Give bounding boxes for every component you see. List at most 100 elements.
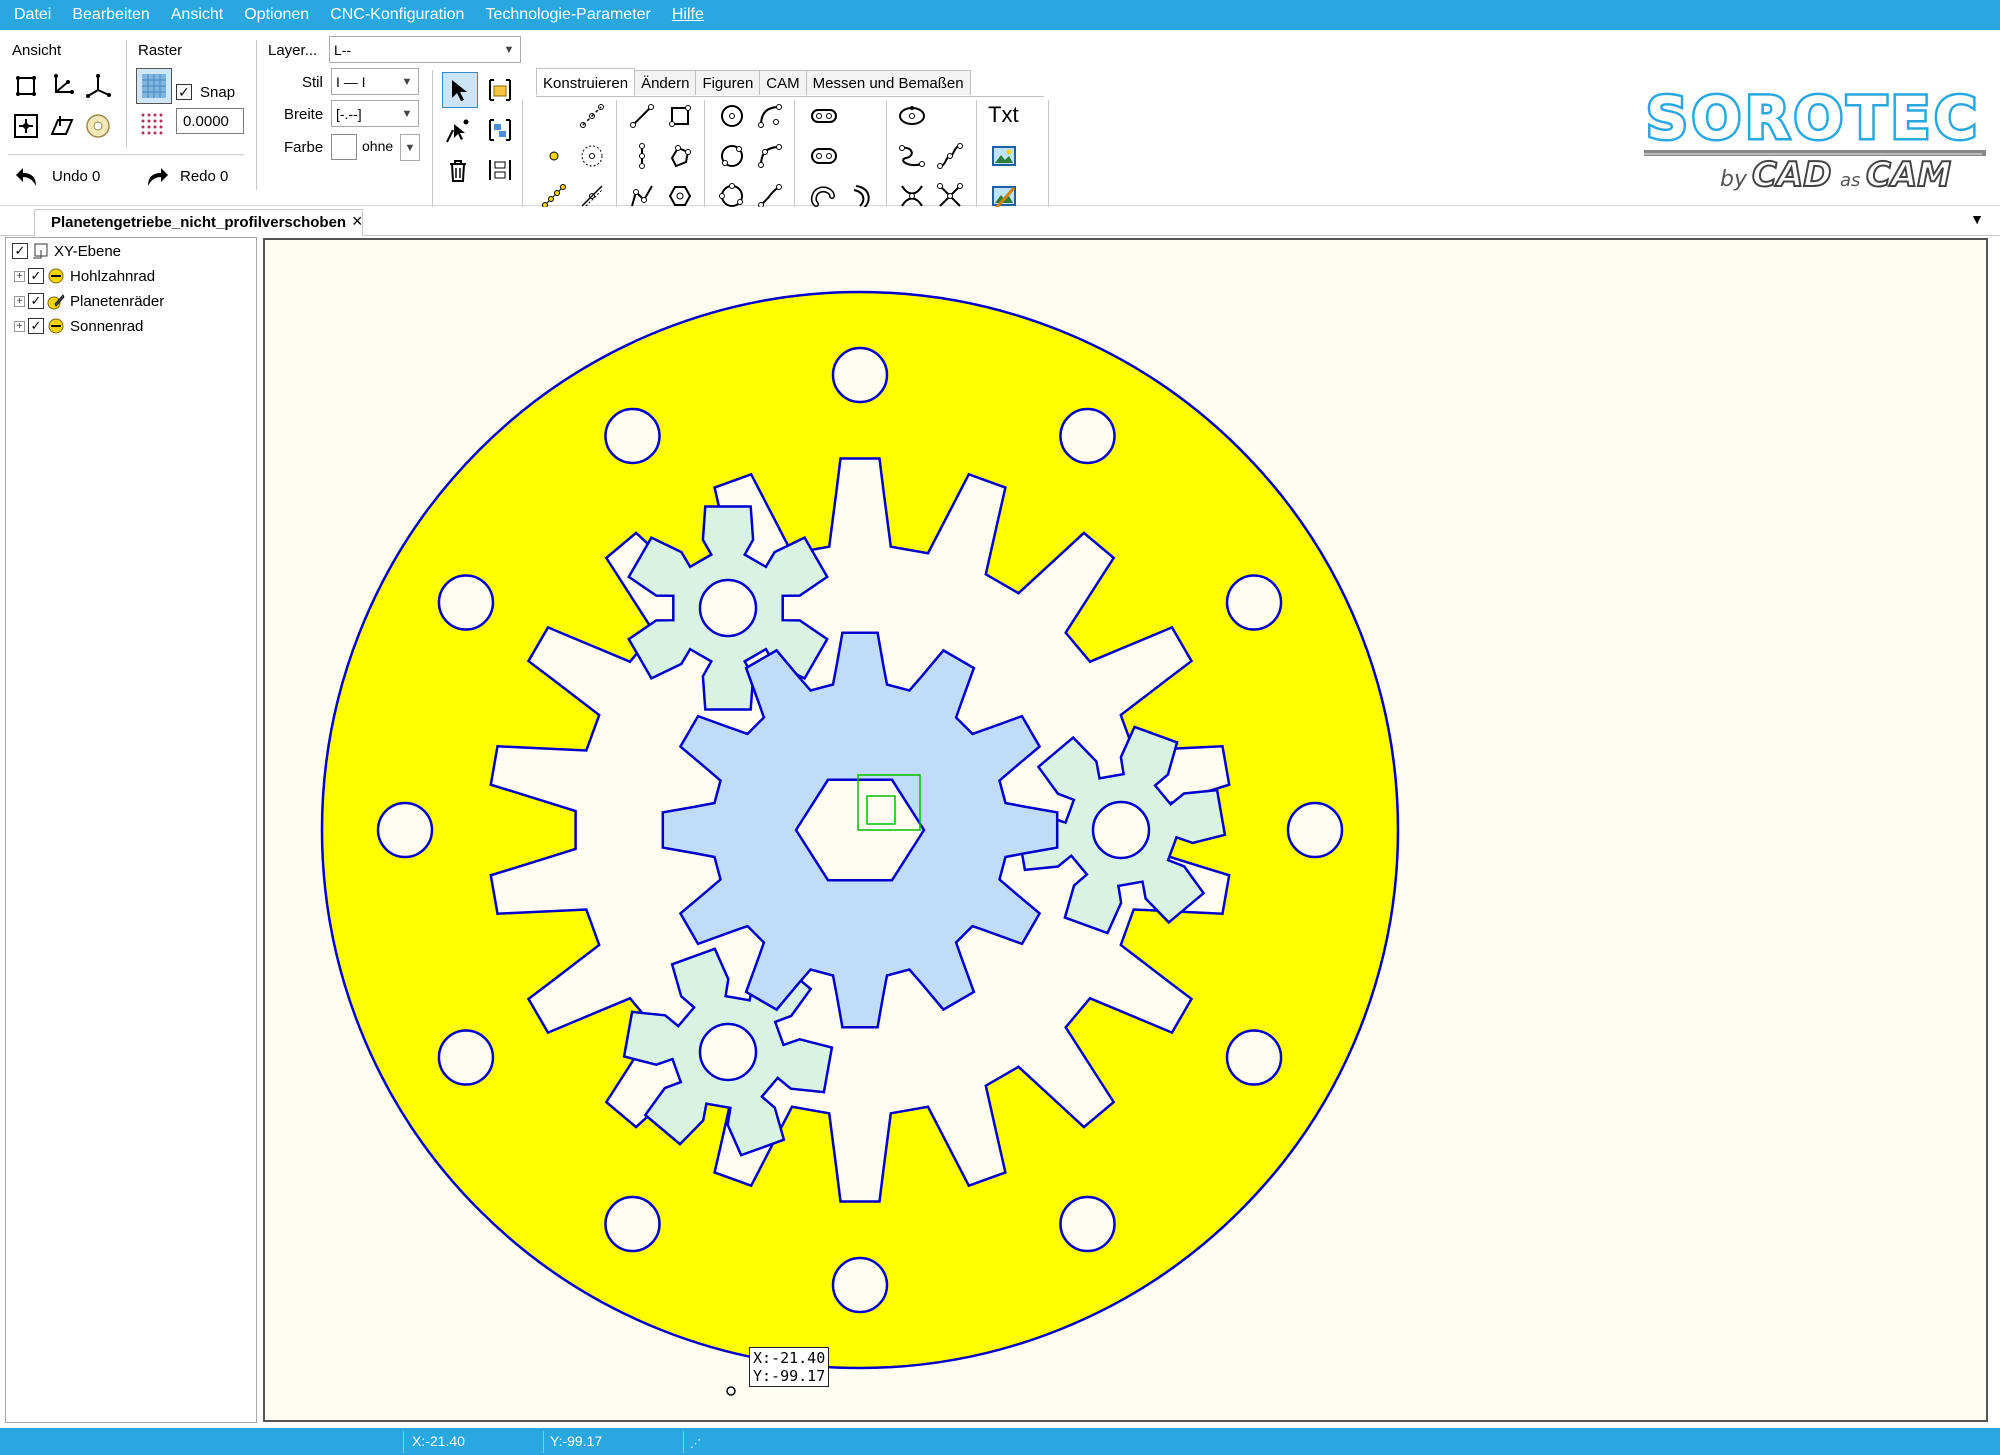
- layer-visible-checkbox[interactable]: ✓: [28, 318, 44, 334]
- layer-select-value: L--: [334, 41, 352, 58]
- tab-messen-bemassen[interactable]: Messen und Bemaßen: [805, 70, 971, 95]
- layer-edit-icon: [47, 294, 65, 310]
- tab-cam[interactable]: CAM: [759, 70, 807, 95]
- view-front-icon[interactable]: [10, 70, 42, 102]
- snap-checkbox[interactable]: ✓: [176, 84, 192, 100]
- tree-root-checkbox[interactable]: ✓: [12, 243, 28, 259]
- tab-figuren[interactable]: Figuren: [695, 70, 761, 95]
- tab-aendern[interactable]: Ändern: [634, 70, 697, 95]
- ribbon-separator: [126, 40, 127, 148]
- tab-konstruieren[interactable]: Konstruieren: [536, 68, 636, 95]
- drawing-canvas[interactable]: X:-21.40 Y:-99.17: [263, 238, 1988, 1422]
- expand-icon[interactable]: +: [14, 295, 25, 307]
- view-3d-icon[interactable]: [82, 110, 114, 142]
- layer-label[interactable]: Layer...: [268, 42, 317, 59]
- color-value: ohne: [362, 138, 394, 154]
- layer-select[interactable]: L-- ▼: [329, 36, 521, 63]
- spline-icon[interactable]: [896, 140, 928, 172]
- chevron-down-icon: ▼: [401, 107, 413, 120]
- tree-root[interactable]: ✓ XY-Ebene: [12, 240, 121, 262]
- line-width-select[interactable]: [-.--] ▼: [331, 100, 419, 127]
- layer-visible-checkbox[interactable]: ✓: [28, 268, 44, 284]
- layer-tree: ✓ XY-Ebene + ✓ Hohlzahnrad + ✓ Planetenr…: [5, 237, 257, 1423]
- line-style-select[interactable]: I — I ▼: [331, 68, 419, 95]
- expand-icon[interactable]: +: [14, 270, 25, 282]
- view-axes-xy-icon[interactable]: [46, 70, 78, 102]
- tooltip-x: X:-21.40: [753, 1349, 826, 1367]
- menu-optionen[interactable]: Optionen: [244, 6, 309, 24]
- status-x-coordinate: X:-21.40: [412, 1433, 465, 1449]
- menu-bar: Datei Bearbeiten Ansicht Optionen CNC-Ko…: [0, 0, 2000, 30]
- cursor-coordinate-tooltip: X:-21.40 Y:-99.17: [749, 1347, 830, 1387]
- menu-technologie-parameter[interactable]: Technologie-Parameter: [485, 6, 650, 24]
- menu-cnc-konfiguration[interactable]: CNC-Konfiguration: [330, 6, 464, 24]
- color-swatch[interactable]: [331, 134, 357, 160]
- drawing-svg[interactable]: [265, 240, 1986, 1420]
- close-icon[interactable]: ×: [352, 211, 363, 232]
- slot-arc-icon[interactable]: [808, 140, 840, 172]
- tree-item-planetenraeder[interactable]: + ✓ Planetenräder: [14, 290, 164, 312]
- circle-2point-icon[interactable]: [716, 140, 748, 172]
- grid-toggle-icon[interactable]: [136, 68, 172, 104]
- status-separator: [683, 1431, 684, 1453]
- ribbon-separator: [886, 100, 887, 216]
- open-group-icon[interactable]: [484, 74, 516, 106]
- ellipse-icon[interactable]: [896, 100, 928, 132]
- ansicht-divider: [8, 154, 244, 156]
- slot-icon[interactable]: [808, 100, 840, 132]
- arc-icon[interactable]: [754, 100, 786, 132]
- select-node-icon[interactable]: [442, 114, 474, 146]
- mounting-hole: [604, 407, 661, 465]
- select-pointer-icon[interactable]: [442, 72, 478, 108]
- grid-size-input[interactable]: 0.0000: [176, 108, 244, 134]
- tree-root-label: XY-Ebene: [54, 242, 122, 260]
- ribbon-separator: [522, 100, 523, 216]
- undo-label[interactable]: Undo 0: [52, 168, 100, 185]
- circle-icon[interactable]: [716, 100, 748, 132]
- layer-visible-checkbox[interactable]: ✓: [28, 293, 44, 309]
- redo-label[interactable]: Redo 0: [180, 168, 228, 185]
- line-icon[interactable]: [626, 100, 658, 132]
- planet-bore: [1091, 800, 1151, 860]
- status-separator: [403, 1431, 404, 1453]
- plane-icon: [33, 243, 48, 259]
- cursor-crosshair-icon: [726, 1386, 736, 1396]
- zoom-fit-icon[interactable]: [10, 110, 42, 142]
- bezier-icon[interactable]: [934, 140, 966, 172]
- chevron-down-icon[interactable]: ▼: [1970, 211, 1984, 227]
- svg-text:by: by: [1720, 167, 1748, 192]
- ungroup-icon[interactable]: [484, 154, 516, 186]
- expand-icon[interactable]: +: [14, 320, 25, 332]
- undo-icon[interactable]: [12, 162, 44, 194]
- menu-datei[interactable]: Datei: [14, 6, 51, 24]
- single-point-icon[interactable]: [538, 140, 570, 172]
- planet-bore: [698, 1022, 758, 1082]
- breite-label: Breite: [284, 106, 324, 123]
- ribbon-separator: [976, 100, 977, 216]
- ansicht-group-label: Ansicht: [12, 42, 62, 59]
- ribbon-toolbar: Ansicht Undo 0 Redo 0 Raster ✓ Snap 0.00…: [0, 30, 2000, 216]
- point-line-icon[interactable]: [576, 100, 608, 132]
- tree-item-hohlzahnrad[interactable]: + ✓ Hohlzahnrad: [14, 265, 155, 287]
- polygon-icon[interactable]: [664, 140, 696, 172]
- text-tool-button[interactable]: Txt: [988, 102, 1019, 128]
- tree-item-sonnenrad[interactable]: + ✓ Sonnenrad: [14, 315, 143, 337]
- vertical-line-icon[interactable]: [626, 140, 658, 172]
- grid-points-icon[interactable]: [136, 108, 168, 140]
- view-iso-icon[interactable]: [82, 70, 114, 102]
- image-icon[interactable]: [988, 140, 1020, 172]
- menu-ansicht[interactable]: Ansicht: [171, 6, 223, 24]
- redo-icon[interactable]: [140, 162, 172, 194]
- rectangle-icon[interactable]: [664, 100, 696, 132]
- view-plane-icon[interactable]: [46, 110, 78, 142]
- arc-3point-icon[interactable]: [754, 140, 786, 172]
- color-dropdown[interactable]: ▼: [400, 134, 420, 161]
- delete-icon[interactable]: [442, 154, 474, 186]
- ribbon-separator: [794, 100, 795, 216]
- document-tab[interactable]: Planetengetriebe_nicht_profilverschoben: [34, 209, 364, 236]
- group-icon[interactable]: [484, 114, 516, 146]
- menu-hilfe[interactable]: Hilfe: [672, 6, 704, 24]
- circle-center-point-icon[interactable]: [576, 140, 608, 172]
- mounting-hole: [604, 1195, 661, 1253]
- menu-bearbeiten[interactable]: Bearbeiten: [72, 6, 149, 24]
